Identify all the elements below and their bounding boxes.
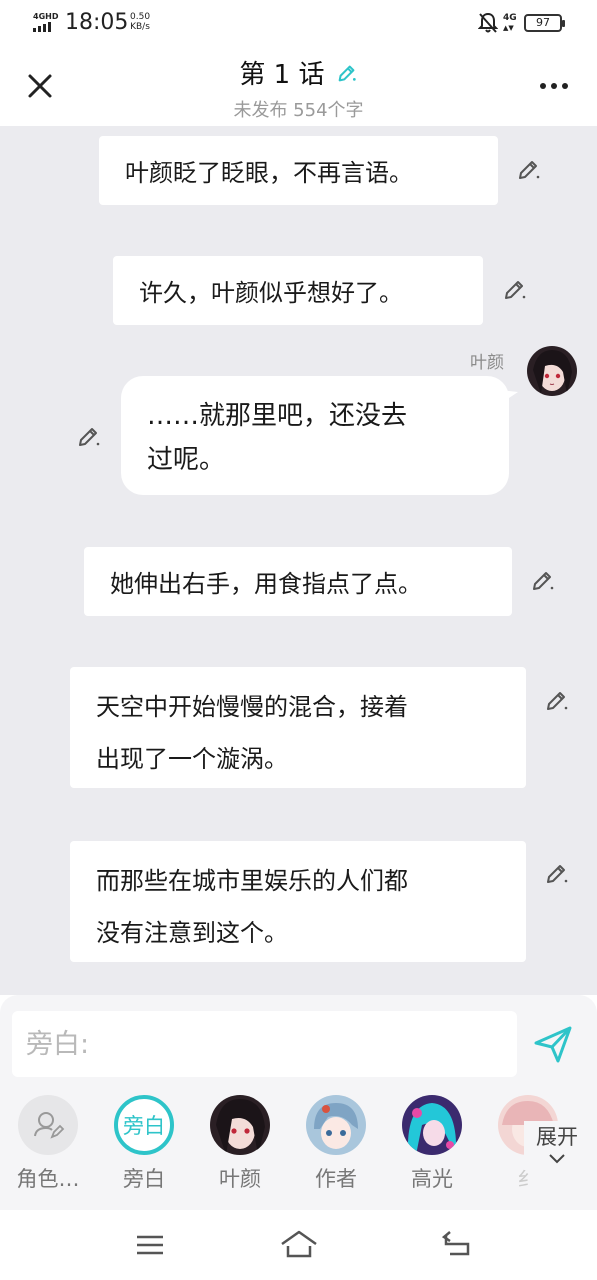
bell-muted-icon — [478, 12, 498, 33]
role-manage[interactable]: 角色… — [3, 1091, 93, 1193]
narration-bubble[interactable]: 而那些在城市里娱乐的人们都 没有注意到这个。 — [70, 841, 526, 962]
home-icon[interactable] — [280, 1228, 318, 1262]
battery-icon: 97 — [524, 14, 565, 32]
avatar-yeyan-image — [527, 346, 577, 396]
edit-pen-icon[interactable] — [76, 423, 102, 449]
role-label: 高光 — [411, 1167, 453, 1191]
role-label: 作者 — [315, 1167, 357, 1191]
avatar-highlight — [402, 1095, 462, 1155]
dialog-line: 过呢。 — [147, 445, 226, 475]
edit-pen-icon[interactable] — [502, 276, 528, 302]
dialog-line: ……就那里吧，还没去 — [147, 401, 408, 431]
send-icon[interactable] — [532, 1023, 574, 1065]
speaker-name: 叶颜 — [470, 353, 504, 373]
narration-bubble[interactable]: 她伸出右手，用食指点了点。 — [84, 547, 512, 616]
edit-pen-icon[interactable] — [530, 567, 556, 593]
chat-area[interactable]: 叶颜眨了眨眼，不再言语。 许久，叶颜似乎想好了。 叶颜 ……就那里吧，还没去 过… — [0, 126, 597, 995]
narration-line: 出现了一个漩涡。 — [96, 745, 288, 773]
edit-pen-icon[interactable] — [544, 687, 570, 713]
avatar-author — [306, 1095, 366, 1155]
role-author[interactable]: 作者 — [291, 1091, 381, 1193]
narration-line: 天空中开始慢慢的混合，接着 — [96, 693, 408, 721]
speed-unit: KB/s — [130, 22, 150, 32]
narration-line: 没有注意到这个。 — [96, 919, 288, 947]
role-label: 角色… — [16, 1167, 80, 1191]
narrator-badge-text: 旁白 — [123, 1114, 165, 1138]
edit-pen-icon[interactable] — [516, 156, 542, 182]
page-title: 第 1 话 — [239, 60, 325, 90]
narration-bubble[interactable]: 天空中开始慢慢的混合，接着 出现了一个漩涡。 — [70, 667, 526, 788]
narration-text: 叶颜眨了眨眼，不再言语。 — [125, 159, 413, 187]
role-narrator[interactable]: 旁白 旁白 — [99, 1091, 189, 1193]
role-label: 叶颜 — [219, 1167, 261, 1191]
network-4g-label: 4G — [503, 13, 517, 23]
narration-text: 许久，叶颜似乎想好了。 — [139, 279, 403, 307]
narration-text: 她伸出右手，用食指点了点。 — [110, 570, 422, 598]
more-menu-icon[interactable] — [540, 76, 574, 96]
chapter-status: 未发布 554个字 — [233, 100, 364, 121]
role-highlight[interactable]: 高光 — [387, 1091, 477, 1193]
edit-pen-icon[interactable] — [544, 860, 570, 886]
expand-button[interactable]: 展开 — [524, 1121, 590, 1170]
network-type: 4GHD — [33, 12, 59, 21]
network-4g: 4G ▲▼ — [503, 13, 517, 32]
back-icon[interactable] — [440, 1228, 474, 1262]
composer: 角色… 旁白 旁白 叶颜 — [0, 995, 597, 1210]
message-input[interactable] — [12, 1011, 517, 1077]
avatar-yeyan[interactable] — [527, 346, 577, 396]
bubble-tail — [500, 390, 518, 404]
role-label: 旁白 — [123, 1167, 165, 1191]
narration-bubble[interactable]: 叶颜眨了眨眼，不再言语。 — [99, 136, 498, 205]
avatar-yeyan — [210, 1095, 270, 1155]
status-bar: 4GHD 18:05 0.50 KB/s 4G ▲▼ 97 — [0, 0, 597, 46]
expand-label: 展开 — [536, 1125, 578, 1149]
header: 第 1 话 未发布 554个字 — [0, 46, 597, 126]
edit-title-icon[interactable] — [336, 62, 358, 84]
person-edit-icon — [18, 1095, 78, 1155]
narrator-badge: 旁白 — [114, 1095, 174, 1155]
narration-bubble[interactable]: 许久，叶颜似乎想好了。 — [113, 256, 483, 325]
role-yeyan[interactable]: 叶颜 — [195, 1091, 285, 1193]
chevron-down-icon — [549, 1154, 565, 1164]
system-nav-bar — [0, 1210, 597, 1280]
narration-line: 而那些在城市里娱乐的人们都 — [96, 867, 408, 895]
composer-input-box[interactable] — [12, 1011, 517, 1077]
clock: 18:05 — [65, 10, 129, 35]
speed-value: 0.50 — [130, 12, 151, 22]
network-speed: 0.50 KB/s — [130, 12, 150, 32]
menu-icon[interactable] — [133, 1228, 167, 1262]
title-row: 第 1 话 — [0, 54, 597, 91]
dialog-bubble[interactable]: ……就那里吧，还没去 过呢。 — [121, 376, 509, 495]
signal-icon: 4GHD — [33, 12, 59, 32]
role-selector: 角色… 旁白 旁白 叶颜 作者 高光 纟 展开 — [0, 1091, 597, 1201]
